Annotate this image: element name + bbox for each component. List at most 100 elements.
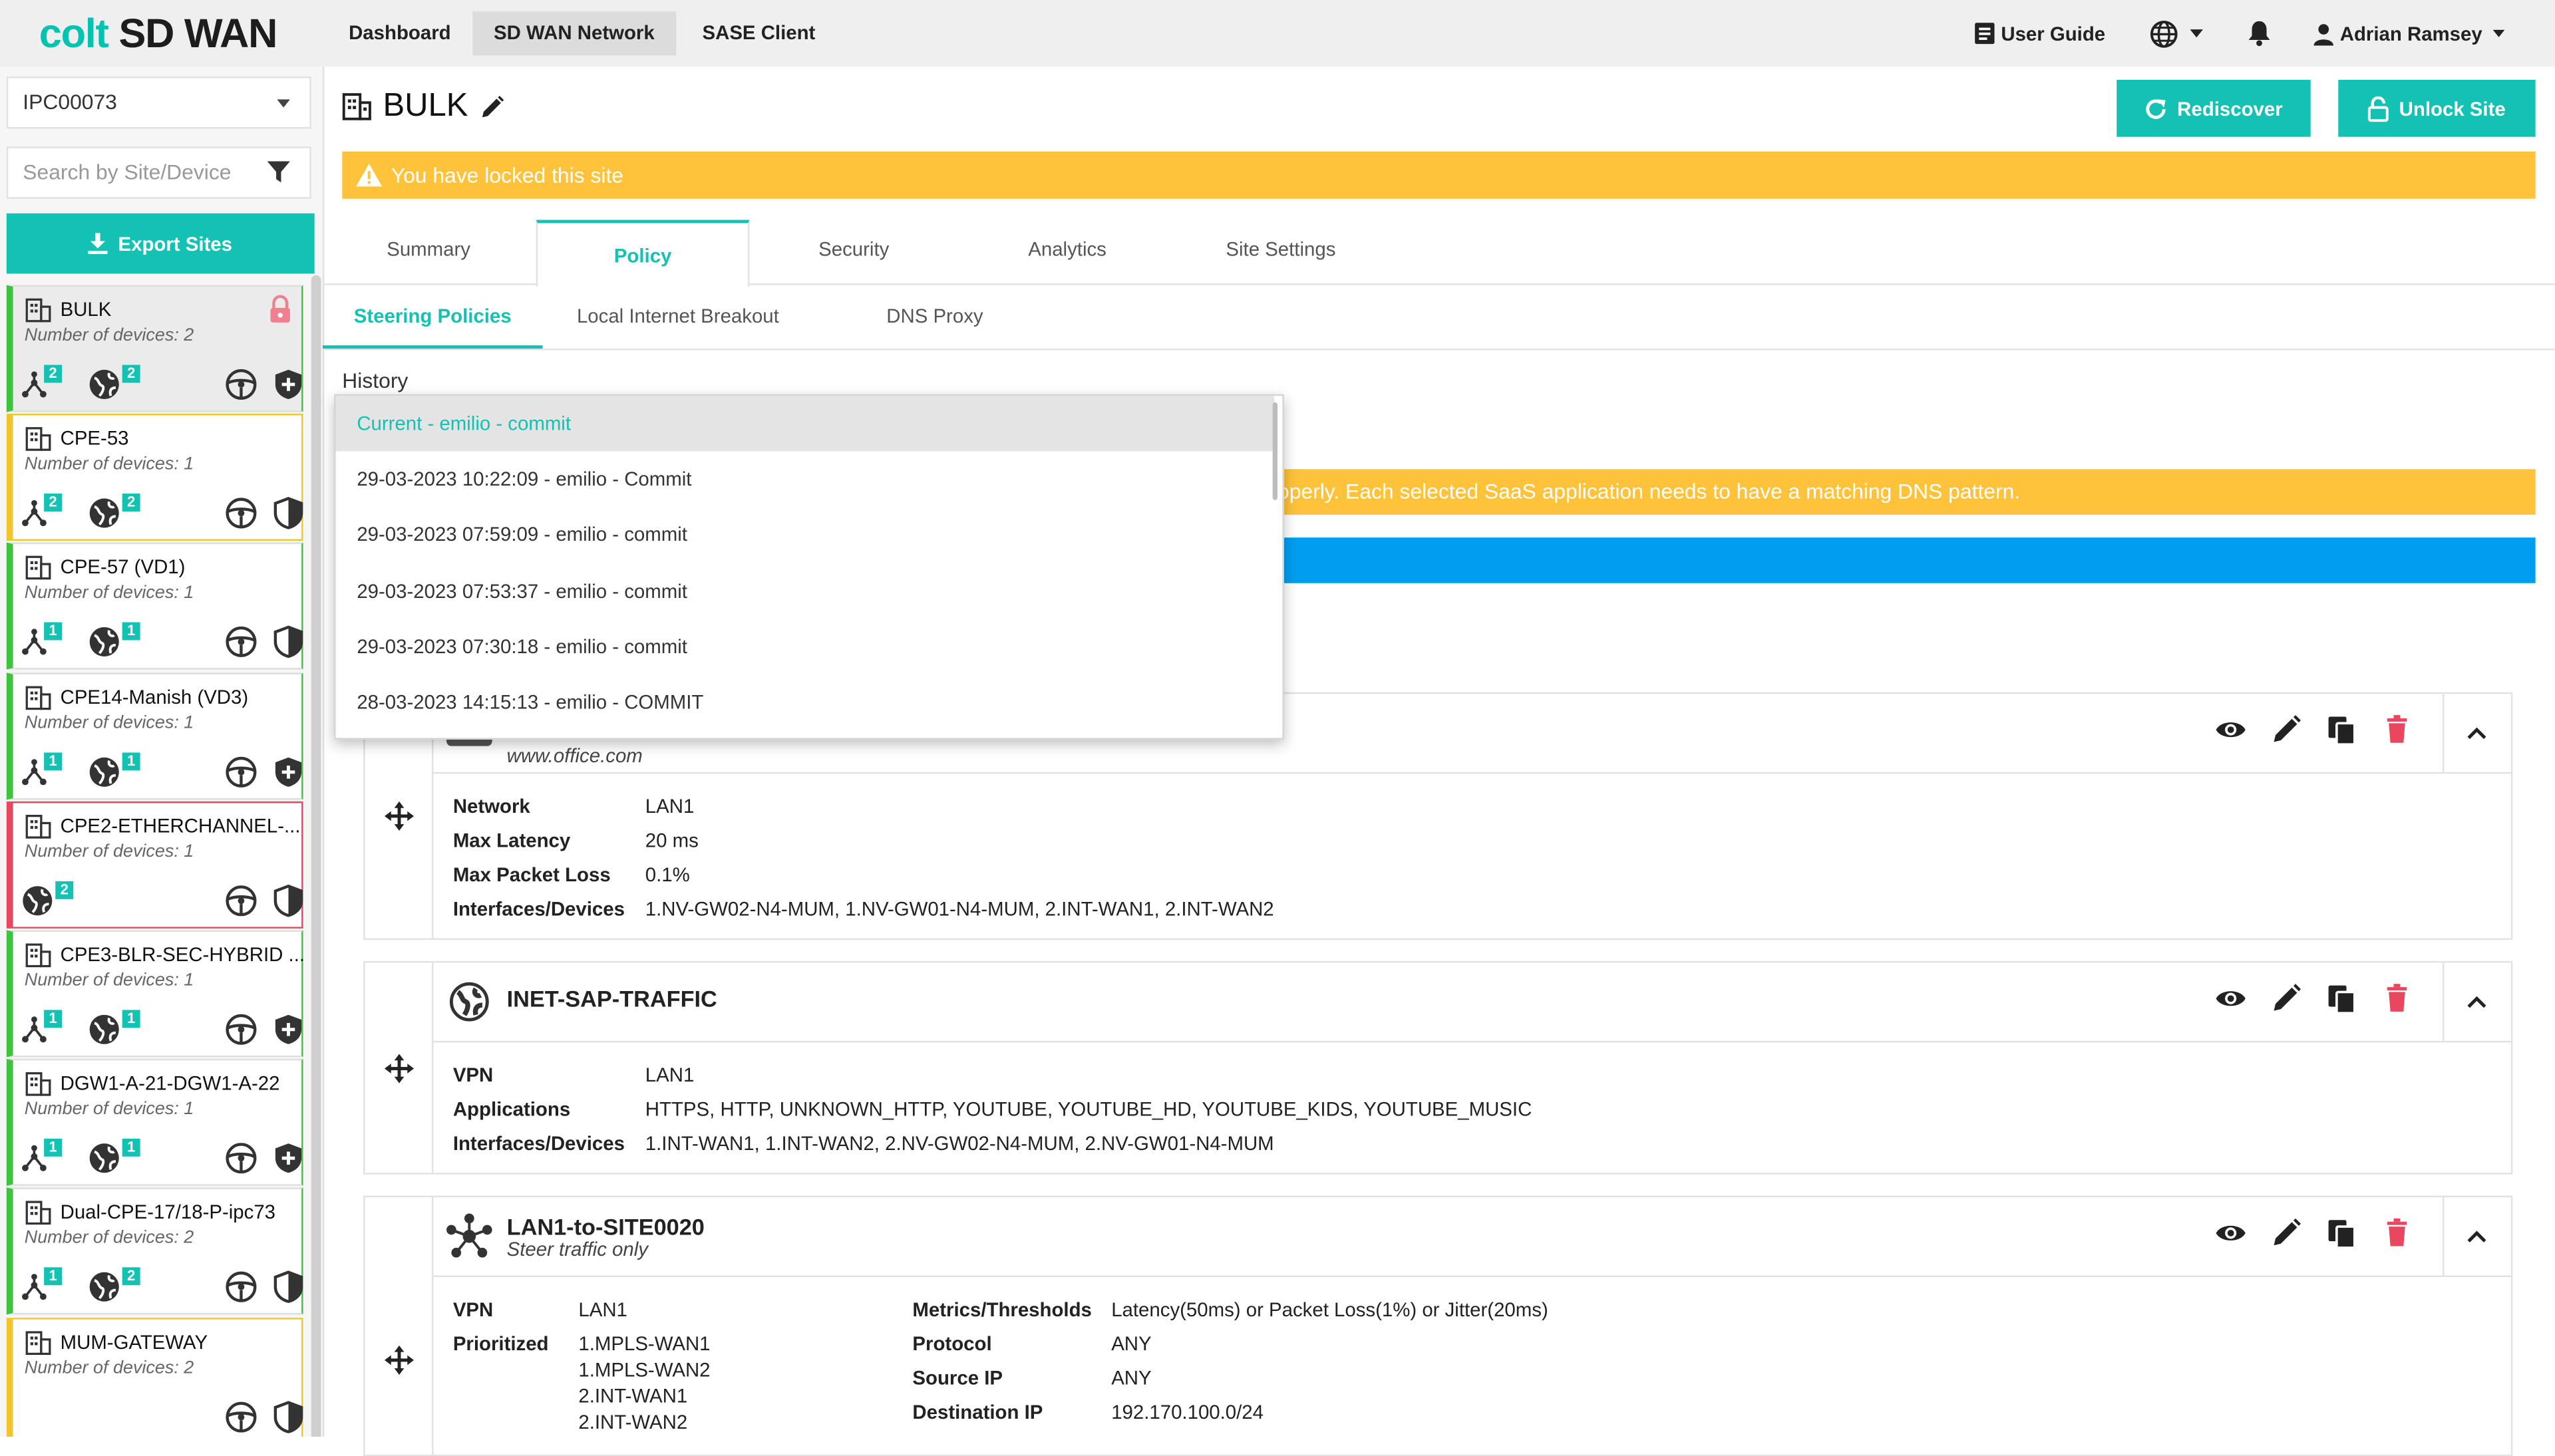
copy-icon[interactable] xyxy=(2325,714,2358,746)
subtab-local-internet-breakout[interactable]: Local Internet Breakout xyxy=(577,283,779,349)
edit-icon[interactable] xyxy=(480,94,506,120)
site-card[interactable]: Dual-CPE-17/18-P-ipc73 Number of devices:… xyxy=(6,1188,303,1316)
tab-site-settings[interactable]: Site Settings xyxy=(1175,217,1387,282)
site-card[interactable]: CPE-53 Number of devices: 1 2 2 xyxy=(6,414,303,541)
drag-handle[interactable] xyxy=(365,962,434,1173)
security-status[interactable] xyxy=(273,626,303,659)
history-option[interactable]: 29-03-2023 10:22:09 - emilio - Commit xyxy=(335,451,1274,506)
drag-handle[interactable] xyxy=(365,1197,434,1455)
history-option[interactable]: Current - emilio - commit xyxy=(335,396,1275,452)
customer-select-value: IPC00073 xyxy=(23,89,117,114)
nav-sase-client[interactable]: SASE Client xyxy=(681,11,837,55)
steering-status[interactable] xyxy=(225,368,257,400)
delete-icon[interactable] xyxy=(2381,982,2413,1015)
rediscover-button[interactable]: Rediscover xyxy=(2117,80,2311,137)
security-status[interactable] xyxy=(273,1142,303,1175)
site-status-icons: 12 xyxy=(21,1268,307,1304)
copy-icon[interactable] xyxy=(2325,982,2358,1015)
download-icon xyxy=(88,233,108,255)
steering-status[interactable] xyxy=(225,884,257,917)
edit-icon[interactable] xyxy=(2270,1217,2302,1249)
sidebar-scrollbar[interactable] xyxy=(311,275,321,1437)
tab-policy[interactable]: Policy xyxy=(536,219,750,287)
building-icon xyxy=(342,93,371,120)
field-value: Latency(50ms) or Packet Loss(1%) or Jitt… xyxy=(1111,1298,1548,1322)
user-menu[interactable]: Adrian Ramsey xyxy=(2312,0,2506,67)
warning-icon xyxy=(356,164,383,187)
steering-status[interactable] xyxy=(225,497,257,529)
edit-icon[interactable] xyxy=(2270,714,2302,746)
site-card[interactable]: DGW1-A-21-DGW1-A-22 Number of devices: 1 1… xyxy=(6,1059,303,1187)
subtab-dns-proxy[interactable]: DNS Proxy xyxy=(886,283,983,349)
steering-wheel-icon xyxy=(226,885,257,916)
field-value: LAN1 xyxy=(578,1298,627,1322)
steering-status[interactable] xyxy=(225,1271,257,1304)
field-value: 2.INT-WAN1 xyxy=(578,1384,688,1407)
tab-summary[interactable]: Summary xyxy=(323,217,534,282)
refresh-icon xyxy=(2146,98,2166,118)
unlock-site-label: Unlock Site xyxy=(2399,96,2506,120)
steering-status[interactable] xyxy=(225,1400,257,1433)
security-status[interactable] xyxy=(273,1013,303,1046)
filter-icon[interactable] xyxy=(267,161,290,184)
customer-select[interactable]: IPC00073 xyxy=(6,76,311,129)
site-card[interactable]: CPE2-ETHERCHANNEL-... Number of devices: … xyxy=(6,801,303,929)
steering-status[interactable] xyxy=(225,755,257,788)
security-status[interactable] xyxy=(273,1271,303,1304)
collapse-button[interactable] xyxy=(2443,694,2511,772)
site-name: MUM-GATEWAY xyxy=(60,1330,208,1354)
nav-dashboard[interactable]: Dashboard xyxy=(327,11,472,55)
tab-analytics[interactable]: Analytics xyxy=(961,217,1173,282)
subtab-steering-policies[interactable]: Steering Policies xyxy=(322,283,543,349)
security-status[interactable] xyxy=(273,497,303,530)
delete-icon[interactable] xyxy=(2381,714,2413,746)
building-icon xyxy=(25,1201,51,1226)
collapse-button[interactable] xyxy=(2443,962,2511,1041)
notifications-button[interactable] xyxy=(2247,0,2272,67)
site-card[interactable]: CPE14-Manish (VD3) Number of devices: 1 1 1 xyxy=(6,672,303,800)
site-search-input[interactable]: Search by Site/Device xyxy=(6,146,311,199)
steering-wheel-icon xyxy=(226,498,257,529)
edit-icon[interactable] xyxy=(2270,982,2302,1015)
steering-status[interactable] xyxy=(225,1013,257,1046)
export-sites-button[interactable]: Export Sites xyxy=(6,213,315,274)
globe-icon xyxy=(23,885,53,915)
app-logo[interactable]: colt SD WAN xyxy=(39,11,278,59)
history-option[interactable]: 29-03-2023 07:53:37 - emilio - commit xyxy=(335,563,1274,619)
copy-icon[interactable] xyxy=(2325,1217,2358,1249)
view-icon[interactable] xyxy=(2214,982,2247,1015)
tab-security[interactable]: Security xyxy=(748,217,959,282)
site-card[interactable]: BULK Number of devices: 2 2 2 xyxy=(6,285,303,412)
move-icon xyxy=(384,801,415,831)
view-icon[interactable] xyxy=(2214,714,2247,746)
user-icon xyxy=(2313,23,2333,45)
history-option[interactable]: 29-03-2023 07:59:09 - emilio - commit xyxy=(335,507,1274,562)
collapse-button[interactable] xyxy=(2443,1197,2511,1276)
internet-count-badge: 1 xyxy=(122,1139,140,1157)
security-status[interactable] xyxy=(273,1400,303,1433)
delete-icon[interactable] xyxy=(2381,1217,2413,1249)
unlock-site-button[interactable]: Unlock Site xyxy=(2338,80,2536,137)
security-status[interactable] xyxy=(273,368,303,400)
site-card[interactable]: CPE3-BLR-SEC-HYBRID ... Number of devices… xyxy=(6,930,305,1058)
history-option[interactable]: 28-03-2023 14:15:13 - emilio - COMMIT xyxy=(335,674,1274,730)
caret-down-icon xyxy=(277,99,290,108)
history-dropdown[interactable]: Current - emilio - commit 29-03-2023 10:… xyxy=(334,394,1284,740)
security-status[interactable] xyxy=(273,884,303,917)
globe-icon xyxy=(89,1143,119,1173)
nav-sd-wan-network[interactable]: SD WAN Network xyxy=(472,11,676,56)
site-card[interactable]: CPE-57 (VD1) Number of devices: 1 1 1 xyxy=(6,543,303,670)
language-selector[interactable] xyxy=(2149,0,2204,67)
security-status[interactable] xyxy=(273,755,303,788)
site-card[interactable]: MUM-GATEWAY Number of devices: 2 xyxy=(6,1317,303,1437)
steering-status[interactable] xyxy=(225,1142,257,1175)
user-guide-link[interactable]: User Guide xyxy=(1973,0,2105,67)
dropdown-scrollbar[interactable] xyxy=(1272,402,1278,500)
lock-banner-text: You have locked this site xyxy=(391,162,624,188)
view-icon[interactable] xyxy=(2214,1217,2247,1249)
steering-status[interactable] xyxy=(225,626,257,658)
move-icon xyxy=(384,1345,415,1375)
site-device-count: Number of devices: 1 xyxy=(24,841,194,862)
history-option[interactable]: 29-03-2023 07:30:18 - emilio - commit xyxy=(335,619,1274,674)
internet-count-badge: 2 xyxy=(122,364,140,383)
